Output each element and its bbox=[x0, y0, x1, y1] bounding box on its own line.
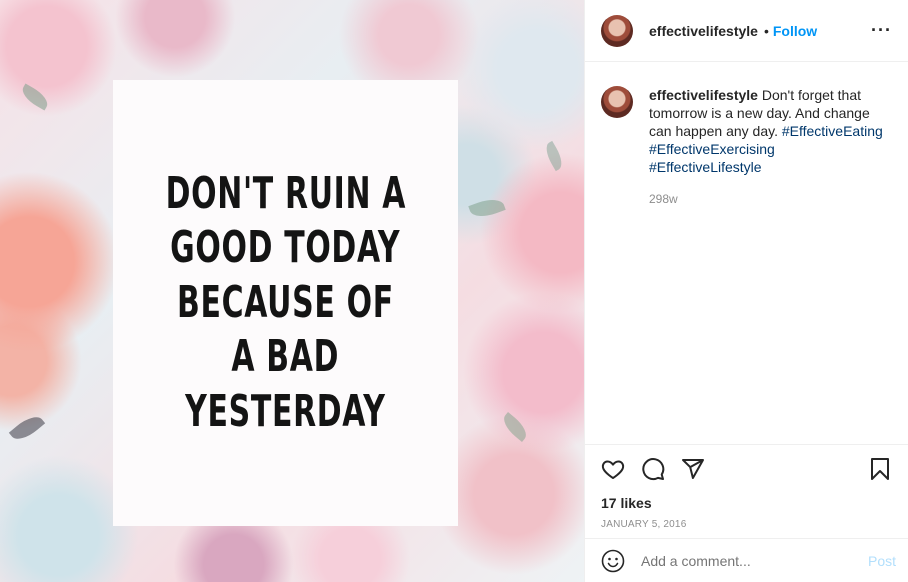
emoji-icon[interactable] bbox=[601, 549, 625, 573]
quote-card: DON'T RUIN A GOOD TODAY BECAUSE OF A BAD… bbox=[113, 80, 458, 526]
leaf-decoration bbox=[499, 411, 531, 443]
action-icons bbox=[601, 455, 892, 483]
leaf-decoration bbox=[8, 410, 46, 446]
quote-line: DON'T RUIN A bbox=[165, 167, 406, 219]
follow-button[interactable]: Follow bbox=[773, 23, 817, 39]
leaf-decoration bbox=[541, 140, 567, 172]
quote-line: BECAUSE OF bbox=[177, 276, 394, 328]
bookmark-icon[interactable] bbox=[868, 457, 892, 481]
post-header: effectivelifestyle • Follow ··· bbox=[585, 0, 908, 62]
comment-bar: Post bbox=[585, 538, 908, 582]
hashtag-link[interactable]: #EffectiveExercising bbox=[649, 141, 775, 157]
caption-avatar[interactable] bbox=[601, 86, 633, 118]
comments-section: effectivelifestyle Don't forget that tom… bbox=[585, 62, 908, 444]
hashtag-link[interactable]: #EffectiveLifestyle bbox=[649, 159, 762, 175]
post-side-panel: effectivelifestyle • Follow ··· effectiv… bbox=[584, 0, 908, 582]
quote-line: GOOD TODAY bbox=[170, 222, 401, 274]
caption-text: effectivelifestyle Don't forget that tom… bbox=[649, 86, 885, 176]
heart-icon[interactable] bbox=[601, 457, 625, 481]
hashtag-link[interactable]: #EffectiveEating bbox=[782, 123, 883, 139]
more-options-button[interactable]: ··· bbox=[871, 20, 892, 41]
post-image[interactable]: DON'T RUIN A GOOD TODAY BECAUSE OF A BAD… bbox=[0, 0, 584, 582]
post-date[interactable]: JANUARY 5, 2016 bbox=[601, 519, 892, 530]
caption-username[interactable]: effectivelifestyle bbox=[649, 87, 758, 103]
comment-icon[interactable] bbox=[641, 457, 665, 481]
comment-input[interactable] bbox=[641, 552, 861, 569]
likes-count[interactable]: 17 likes bbox=[601, 495, 892, 511]
leaf-decoration bbox=[468, 194, 506, 222]
avatar[interactable] bbox=[601, 14, 633, 47]
share-icon[interactable] bbox=[681, 457, 705, 481]
post-button[interactable]: Post bbox=[868, 553, 902, 569]
header-username[interactable]: effectivelifestyle bbox=[649, 23, 758, 39]
leaf-decoration bbox=[18, 83, 52, 111]
quote-line: A BAD bbox=[231, 331, 340, 383]
caption-row: effectivelifestyle Don't forget that tom… bbox=[601, 86, 892, 176]
quote-line: YESTERDAY bbox=[185, 385, 386, 437]
post-actions: 17 likes JANUARY 5, 2016 bbox=[585, 444, 908, 530]
separator-dot: • bbox=[763, 22, 769, 39]
caption-timestamp[interactable]: 298w bbox=[649, 192, 892, 206]
